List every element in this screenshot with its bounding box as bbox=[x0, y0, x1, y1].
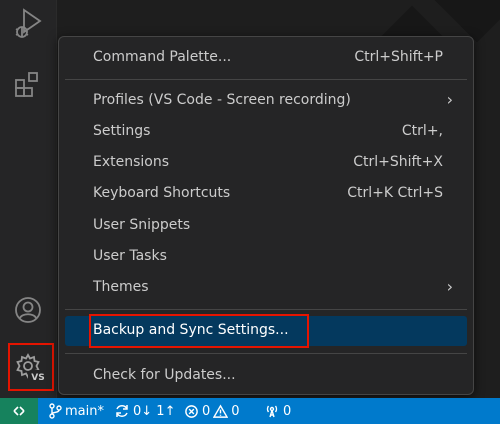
menu-item-shortcut: Ctrl+K Ctrl+S bbox=[347, 185, 443, 201]
sync-counts: 0↓ 1↑ bbox=[133, 403, 176, 419]
remote-icon bbox=[13, 406, 25, 416]
branch-status[interactable]: main* bbox=[48, 398, 104, 424]
menu-separator bbox=[65, 309, 467, 310]
extensions-icon[interactable] bbox=[8, 64, 48, 104]
menu-item-themes[interactable]: Themes › bbox=[65, 273, 467, 303]
remote-indicator[interactable] bbox=[0, 398, 38, 424]
sync-status[interactable]: 0↓ 1↑ bbox=[114, 398, 175, 424]
error-icon bbox=[185, 404, 198, 418]
branch-name: main* bbox=[65, 403, 104, 419]
ports-status[interactable]: 0 bbox=[264, 398, 291, 424]
menu-item-extensions[interactable]: Extensions Ctrl+Shift+X bbox=[65, 148, 467, 178]
menu-item-label: User Snippets bbox=[93, 217, 191, 233]
menu-item-label: Command Palette... bbox=[93, 49, 232, 65]
account-icon[interactable] bbox=[8, 290, 48, 330]
sync-icon bbox=[116, 405, 128, 417]
chevron-right-icon: › bbox=[446, 277, 453, 296]
backup-highlight-box bbox=[89, 314, 309, 348]
menu-item-label: Settings bbox=[93, 123, 151, 139]
menu-item-profiles[interactable]: Profiles (VS Code - Screen recording) › bbox=[65, 86, 467, 116]
menu-item-keyboard-shortcuts[interactable]: Keyboard Shortcuts Ctrl+K Ctrl+S bbox=[65, 179, 467, 209]
menu-item-user-tasks[interactable]: User Tasks bbox=[65, 242, 467, 272]
gear-highlight-box bbox=[8, 343, 54, 391]
broadcast-icon bbox=[266, 405, 278, 418]
menu-separator bbox=[65, 353, 467, 354]
menu-item-check-updates[interactable]: Check for Updates... bbox=[65, 361, 467, 391]
git-branch-icon bbox=[49, 403, 62, 419]
menu-item-settings[interactable]: Settings Ctrl+, bbox=[65, 117, 467, 147]
menu-item-label: Extensions bbox=[93, 154, 170, 170]
menu-item-label: User Tasks bbox=[93, 248, 167, 264]
error-count: 0 bbox=[202, 403, 211, 419]
activity-bar: VS bbox=[0, 0, 57, 398]
menu-item-label: Keyboard Shortcuts bbox=[93, 185, 231, 201]
run-and-debug-icon[interactable] bbox=[8, 4, 48, 44]
warning-icon bbox=[213, 403, 229, 418]
menu-item-shortcut: Ctrl+, bbox=[401, 123, 443, 139]
menu-item-shortcut: Ctrl+Shift+X bbox=[353, 154, 443, 170]
status-bar: main* 0↓ 1↑ 0 0 0 bbox=[0, 398, 500, 424]
chevron-right-icon: › bbox=[446, 90, 453, 109]
manage-context-menu: Command Palette... Ctrl+Shift+P Profiles… bbox=[58, 36, 474, 395]
menu-item-label: Themes bbox=[93, 279, 149, 295]
problems-status[interactable]: 0 0 bbox=[184, 398, 240, 424]
ports-count: 0 bbox=[283, 403, 292, 419]
warning-count: 0 bbox=[231, 403, 240, 419]
menu-item-command-palette[interactable]: Command Palette... Ctrl+Shift+P bbox=[65, 43, 467, 73]
menu-item-label: Check for Updates... bbox=[93, 367, 236, 383]
menu-item-label: Profiles (VS Code - Screen recording) bbox=[93, 92, 351, 108]
menu-item-user-snippets[interactable]: User Snippets bbox=[65, 211, 467, 241]
menu-item-shortcut: Ctrl+Shift+P bbox=[354, 49, 443, 65]
menu-separator bbox=[65, 79, 467, 80]
